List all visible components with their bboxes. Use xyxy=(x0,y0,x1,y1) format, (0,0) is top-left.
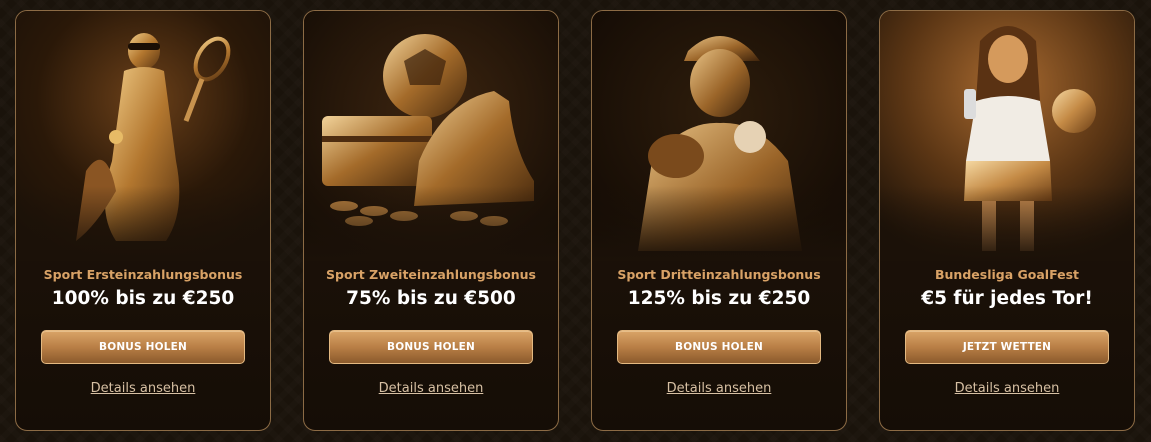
details-link[interactable]: Details ansehen xyxy=(880,381,1134,396)
promo-image-football-boot xyxy=(304,11,558,261)
details-link[interactable]: Details ansehen xyxy=(16,381,270,396)
bonus-subtitle: Sport Ersteinzahlungsbonus xyxy=(43,267,243,282)
bonus-holen-button[interactable]: BONUS HOLEN xyxy=(617,330,821,364)
promo-card-first-deposit: Sport Ersteinzahlungsbonus 100% bis zu €… xyxy=(15,10,271,431)
bonus-title: 100% bis zu €250 xyxy=(51,288,235,309)
promo-image-baseball-player xyxy=(592,11,846,261)
jetzt-wetten-button[interactable]: JETZT WETTEN xyxy=(905,330,1109,364)
promo-image-tennis-player xyxy=(16,11,270,261)
bonus-holen-button[interactable]: BONUS HOLEN xyxy=(41,330,245,364)
bonus-title: €5 für jedes Tor! xyxy=(921,288,1093,309)
details-link[interactable]: Details ansehen xyxy=(304,381,558,396)
bonus-subtitle: Bundesliga GoalFest xyxy=(935,267,1079,282)
details-link[interactable]: Details ansehen xyxy=(592,381,846,396)
promo-cards-grid: Sport Ersteinzahlungsbonus 100% bis zu €… xyxy=(0,0,1151,442)
bonus-title: 125% bis zu €250 xyxy=(627,288,811,309)
promo-card-third-deposit: Sport Dritteinzahlungsbonus 125% bis zu … xyxy=(591,10,847,431)
bonus-subtitle: Sport Zweiteinzahlungsbonus xyxy=(326,267,536,282)
promo-card-second-deposit: Sport Zweiteinzahlungsbonus 75% bis zu €… xyxy=(303,10,559,431)
bonus-subtitle: Sport Dritteinzahlungsbonus xyxy=(617,267,821,282)
bonus-title: 75% bis zu €500 xyxy=(346,288,516,309)
promo-card-bundesliga-goalfest: Bundesliga GoalFest €5 für jedes Tor! JE… xyxy=(879,10,1135,431)
bonus-holen-button[interactable]: BONUS HOLEN xyxy=(329,330,533,364)
promo-image-football-woman xyxy=(880,11,1134,261)
